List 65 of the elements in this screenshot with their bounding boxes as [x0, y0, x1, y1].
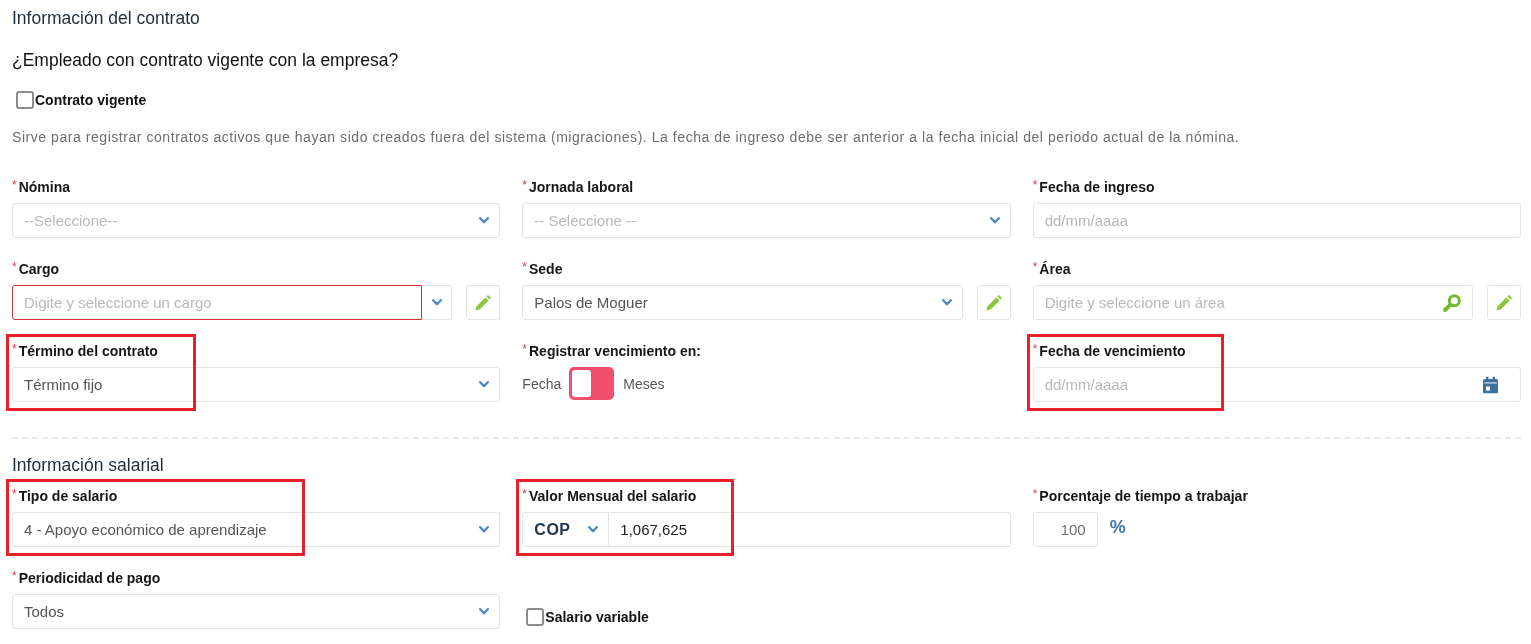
- required-mark: *: [1032, 488, 1038, 500]
- checkbox[interactable]: [526, 608, 545, 626]
- date-field[interactable]: dd/mm/aaaa: [1032, 203, 1521, 238]
- chevron-down-icon: [479, 381, 490, 388]
- edit-button[interactable]: [466, 285, 501, 320]
- field-label: Nómina: [18, 179, 70, 195]
- toggle-switch[interactable]: [569, 367, 615, 400]
- edit-button[interactable]: [1487, 285, 1521, 320]
- dropdown-button[interactable]: [422, 285, 453, 320]
- required-mark: *: [522, 261, 527, 273]
- field-label: Jornada laboral: [529, 179, 634, 195]
- checkbox[interactable]: [16, 91, 34, 109]
- select-field[interactable]: Palos de Moguer: [522, 285, 963, 320]
- select-field[interactable]: Término fijo: [12, 367, 501, 402]
- chevron-down-icon: [479, 217, 490, 224]
- required-mark: *: [12, 179, 17, 191]
- chevron-down-icon: [588, 526, 599, 533]
- required-mark: *: [12, 343, 17, 355]
- percent-field[interactable]: 100: [1032, 512, 1098, 547]
- chevron-down-icon: [479, 608, 490, 615]
- field-label: Fecha de vencimiento: [1039, 343, 1186, 359]
- field-label: Porcentaje de tiempo a trabajar: [1039, 488, 1248, 504]
- checkbox-label[interactable]: Salario variable: [545, 608, 649, 626]
- required-mark: *: [1032, 179, 1038, 191]
- toggle-option-label: Meses: [623, 375, 665, 392]
- field-label: Periodicidad de pago: [18, 570, 161, 586]
- section-title: Información salarial: [12, 455, 165, 475]
- chevron-down-icon: [479, 526, 490, 533]
- input-field[interactable]: Digite y seleccione un cargo: [12, 285, 423, 320]
- required-mark: *: [522, 343, 527, 355]
- search-icon: [1443, 293, 1461, 312]
- pencil-icon: [1496, 294, 1512, 311]
- percent-unit: %: [1109, 517, 1126, 538]
- help-text: Sirve para registrar contratos activos que hayan sido creados fuera del sistema (migraciones). La fecha de ingreso debe ser anterior a la fecha inicial del periodo actual de la nómina.: [12, 128, 1241, 147]
- required-mark: *: [522, 488, 527, 500]
- question-text: ¿Empleado con contrato vigente con la empresa?: [12, 50, 400, 70]
- required-mark: *: [1032, 343, 1038, 355]
- required-mark: *: [12, 488, 17, 500]
- required-mark: *: [1032, 261, 1038, 273]
- amount-field[interactable]: 1,067,625: [609, 512, 1011, 547]
- currency-select[interactable]: COP: [522, 512, 610, 547]
- field-label: Tipo de salario: [18, 488, 118, 504]
- toggle-option-label: Fecha: [522, 375, 562, 392]
- field-label: Registrar vencimiento en:: [529, 343, 701, 359]
- field-label: Valor Mensual del salario: [529, 488, 697, 504]
- search-field[interactable]: Digite y seleccione un área: [1032, 285, 1473, 320]
- chevron-down-icon: [431, 299, 442, 306]
- field-label: Término del contrato: [18, 343, 158, 359]
- chevron-down-icon: [989, 217, 1000, 224]
- field-label: Fecha de ingreso: [1039, 179, 1155, 195]
- field-label: Área: [1039, 261, 1071, 277]
- select-field[interactable]: 4 - Apoyo económico de aprendizaje: [12, 512, 501, 547]
- field-label: Sede: [529, 261, 563, 277]
- checkbox-label[interactable]: Contrato vigente: [35, 91, 147, 109]
- select-field[interactable]: Todos: [12, 594, 501, 629]
- section-title: Información del contrato: [12, 8, 201, 28]
- required-mark: *: [12, 570, 17, 582]
- field-label: Cargo: [18, 261, 60, 277]
- edit-button[interactable]: [976, 285, 1011, 320]
- pencil-icon: [475, 294, 492, 311]
- pencil-icon: [985, 294, 1002, 311]
- required-mark: *: [522, 179, 527, 191]
- required-mark: *: [12, 261, 17, 273]
- date-field[interactable]: dd/mm/aaaa: [1032, 367, 1521, 402]
- chevron-down-icon: [941, 299, 952, 306]
